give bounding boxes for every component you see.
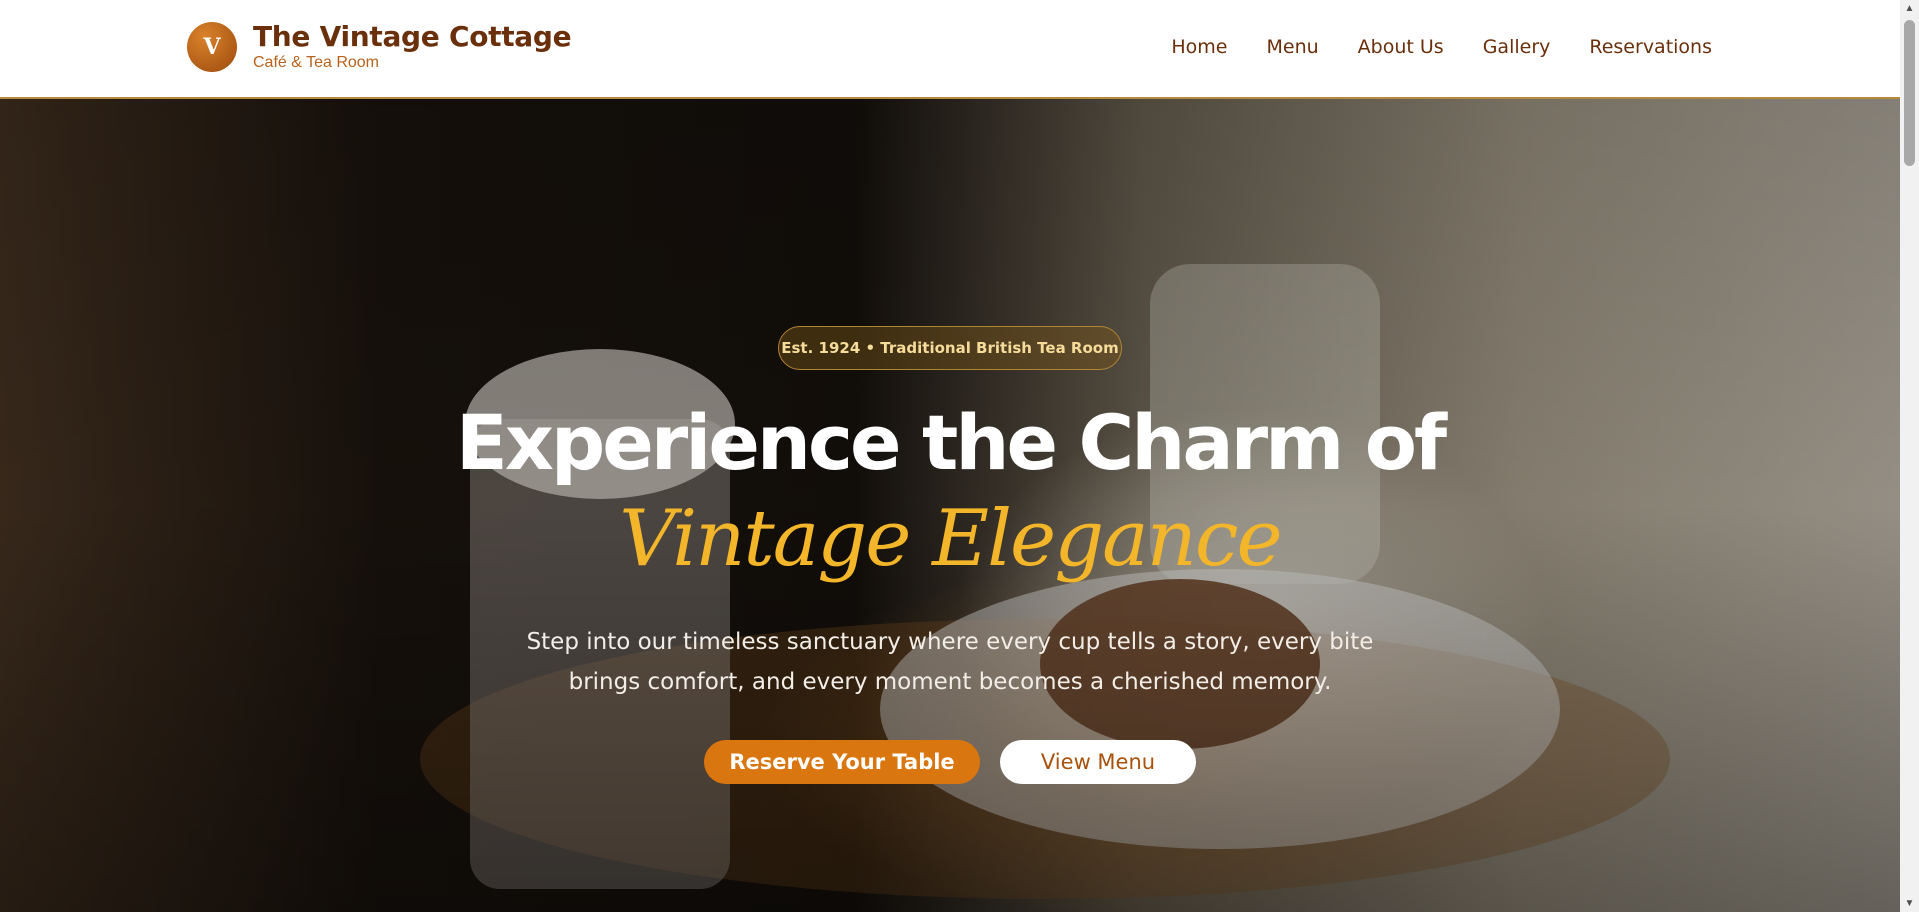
logo-badge: V: [187, 22, 237, 72]
main-nav: Home Menu About Us Gallery Reservations: [1132, 36, 1712, 58]
hero-headline: Experience the Charm of: [455, 398, 1447, 487]
scrollbar-thumb[interactable]: [1904, 20, 1915, 166]
view-menu-button[interactable]: View Menu: [1000, 740, 1196, 784]
nav-reservations[interactable]: Reservations: [1589, 36, 1712, 58]
reserve-table-button[interactable]: Reserve Your Table: [704, 740, 980, 784]
logo[interactable]: V The Vintage Cottage Café & Tea Room: [187, 20, 572, 72]
page-scrollbar[interactable]: ▲ ▼: [1900, 0, 1919, 912]
nav-menu[interactable]: Menu: [1267, 36, 1319, 58]
logo-text: The Vintage Cottage Café & Tea Room: [253, 20, 572, 71]
hero-subtext: Step into our timeless sanctuary where e…: [526, 629, 1374, 695]
brand-name: The Vintage Cottage: [253, 20, 572, 53]
nav-home[interactable]: Home: [1171, 36, 1227, 58]
nav-gallery[interactable]: Gallery: [1483, 36, 1551, 58]
chevron-down-icon[interactable]: ▼: [1900, 895, 1919, 912]
nav-about-us[interactable]: About Us: [1358, 36, 1444, 58]
hero-headline-accent: Vintage Elegance: [619, 494, 1282, 584]
site-header: V The Vintage Cottage Café & Tea Room Ho…: [0, 0, 1900, 99]
brand-tagline: Café & Tea Room: [253, 54, 379, 71]
chevron-up-icon[interactable]: ▲: [1900, 0, 1919, 17]
hero-badge: Est. 1924 • Traditional British Tea Room: [778, 326, 1122, 370]
